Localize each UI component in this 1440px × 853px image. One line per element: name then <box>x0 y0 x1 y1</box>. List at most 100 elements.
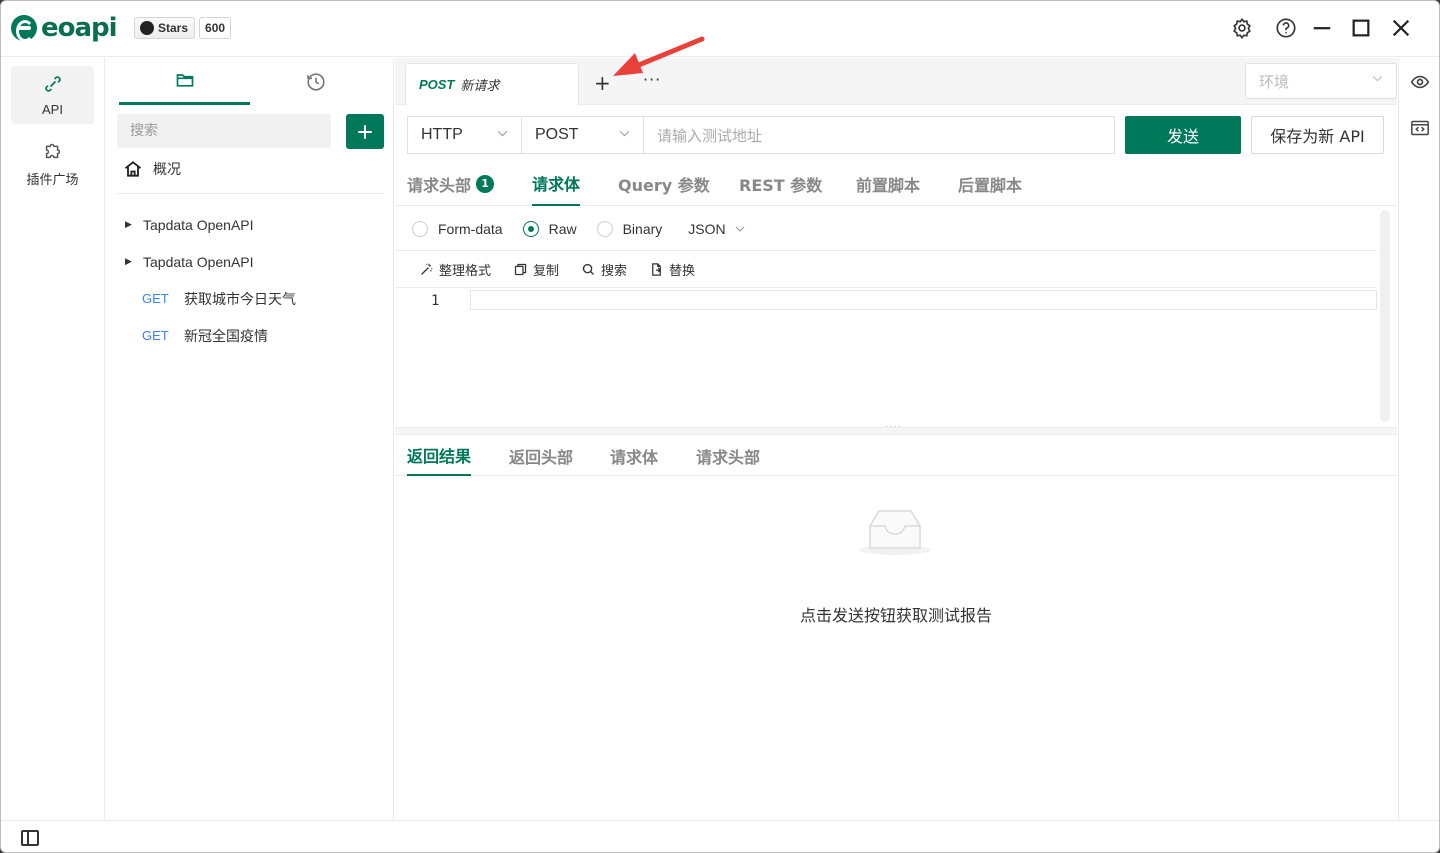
main-panel: POST 新请求 + ··· 环境 HTTP POST 请输入测试地址 发送 保… <box>395 58 1397 820</box>
tree-api-item[interactable]: GET 新冠全国疫情 <box>106 317 394 354</box>
replace-icon <box>652 263 662 276</box>
annotation-arrow-icon <box>613 36 705 76</box>
radio-raw-label: Raw <box>548 220 577 237</box>
sidebar-tab-folder[interactable] <box>119 58 250 105</box>
tab-response-result[interactable]: 返回结果 <box>407 436 472 476</box>
app-logo: eoapi <box>11 13 118 43</box>
sidebar-search-input[interactable]: 搜索 <box>117 114 331 148</box>
tree-group-item[interactable]: ▶ Tapdata OpenAPI <box>106 243 394 280</box>
add-api-button[interactable] <box>346 114 384 149</box>
send-button[interactable]: 发送 <box>1125 116 1241 154</box>
tab-request-headers-label: 请求头部 <box>407 175 472 195</box>
tab-request-headers[interactable]: 请求头部 1 <box>407 161 495 206</box>
caret-right-icon: ▶ <box>125 219 132 229</box>
github-stars-label: Stars <box>158 21 189 35</box>
tree-group-label: Tapdata OpenAPI <box>143 216 254 233</box>
raw-format-value: JSON <box>688 220 726 237</box>
help-icon[interactable] <box>1273 15 1299 41</box>
radio-binary[interactable]: Binary <box>596 220 663 237</box>
radio-dot <box>522 220 539 237</box>
right-rail <box>1398 58 1439 820</box>
empty-inbox-icon <box>859 510 931 555</box>
tab-query-params[interactable]: Query 参数 <box>618 161 710 206</box>
logo-mark-icon <box>11 15 37 42</box>
raw-format-select[interactable]: JSON <box>688 221 745 237</box>
radio-binary-label: Binary <box>622 220 663 237</box>
method-select[interactable]: POST <box>521 116 644 154</box>
rail-item-plugins[interactable]: 插件广场 <box>11 134 94 192</box>
settings-icon[interactable] <box>1229 15 1255 41</box>
url-placeholder: 请输入测试地址 <box>657 126 763 145</box>
github-stars-button[interactable]: Stars <box>134 17 196 39</box>
tree-api-item[interactable]: GET 获取城市今日天气 <box>106 280 394 317</box>
title-bar: eoapi Stars 600 <box>1 1 1439 57</box>
maximize-icon[interactable] <box>1348 15 1374 41</box>
code-icon[interactable] <box>1410 119 1430 141</box>
editor-scrollbar[interactable] <box>1380 210 1390 422</box>
api-icon <box>43 74 63 98</box>
rail-item-api-label: API <box>42 101 63 117</box>
chevron-down-icon <box>1371 72 1384 89</box>
tree-group-item[interactable]: ▶ Tapdata OpenAPI <box>106 206 394 243</box>
tab-response-request-headers[interactable]: 请求头部 <box>696 436 760 476</box>
body-type-options: Form-data Raw Binary JSON <box>395 207 1377 251</box>
home-icon <box>124 161 142 177</box>
request-tab-method: POST <box>419 77 455 92</box>
tab-response-request-body[interactable]: 请求体 <box>610 436 658 476</box>
code-editor[interactable]: 1 <box>395 289 1377 429</box>
folder-icon <box>176 74 193 87</box>
app-window: eoapi Stars 600 API 插件广场 搜索 概况 ▶ Tapdata… <box>0 0 1440 853</box>
editor-active-line[interactable] <box>470 290 1377 310</box>
environment-select[interactable]: 环境 <box>1245 63 1397 99</box>
sidebar-toggle-icon[interactable] <box>21 830 39 846</box>
overview-label: 概况 <box>153 162 181 178</box>
rail-item-plugins-label: 插件广场 <box>26 171 79 187</box>
copy-label: 复制 <box>533 264 560 279</box>
history-icon <box>306 72 325 91</box>
sidebar-overview[interactable]: 概况 <box>123 159 181 179</box>
panel-resizer[interactable]: ···· <box>395 422 1397 435</box>
empty-state-text: 点击发送按钮获取测试报告 <box>799 606 992 625</box>
eye-icon[interactable] <box>1410 72 1430 96</box>
radio-dot <box>412 220 428 237</box>
radio-raw[interactable]: Raw <box>522 220 577 237</box>
tab-post-script[interactable]: 后置脚本 <box>958 161 1022 206</box>
api-sidebar: 搜索 概况 ▶ Tapdata OpenAPI ▶ Tapdata OpenAP… <box>106 58 394 820</box>
rail-item-api[interactable]: API <box>11 66 94 124</box>
tab-response-headers[interactable]: 返回头部 <box>509 436 573 476</box>
copy-button[interactable]: 复制 <box>513 260 559 279</box>
save-as-api-button[interactable]: 保存为新 API <box>1251 116 1384 154</box>
chevron-down-icon <box>496 127 509 143</box>
copy-icon <box>514 263 527 276</box>
chevron-down-icon <box>735 226 744 232</box>
status-bar <box>1 820 1439 852</box>
tab-rest-params[interactable]: REST 参数 <box>739 161 822 206</box>
environment-placeholder: 环境 <box>1259 72 1290 91</box>
tree-group-label: Tapdata OpenAPI <box>143 253 254 270</box>
tab-pre-script[interactable]: 前置脚本 <box>856 161 920 206</box>
protocol-value: HTTP <box>421 126 463 143</box>
drag-handle-icon: ···· <box>885 422 902 433</box>
tab-request-body[interactable]: 请求体 <box>532 161 581 206</box>
github-stars-badge[interactable]: Stars 600 <box>134 17 232 39</box>
minimize-icon[interactable] <box>1309 15 1335 41</box>
replace-button[interactable]: 替换 <box>649 260 695 279</box>
api-method-badge: GET <box>142 328 169 343</box>
request-tab[interactable]: POST 新请求 <box>405 63 579 105</box>
protocol-select[interactable]: HTTP <box>407 116 522 154</box>
format-label: 整理格式 <box>439 264 492 279</box>
sidebar-search-placeholder: 搜索 <box>130 123 158 139</box>
api-name: 获取城市今日天气 <box>184 291 296 308</box>
sidebar-tab-history[interactable] <box>250 58 381 105</box>
search-button[interactable]: 搜索 <box>581 260 627 279</box>
plus-icon <box>358 124 372 139</box>
format-button[interactable]: 整理格式 <box>419 260 491 279</box>
search-icon <box>582 263 595 275</box>
github-stars-count[interactable]: 600 <box>199 17 232 39</box>
left-rail: API 插件广场 <box>1 58 105 820</box>
method-value: POST <box>535 126 579 143</box>
close-icon[interactable] <box>1388 15 1414 41</box>
chevron-down-icon <box>618 127 631 143</box>
radio-form-data[interactable]: Form-data <box>412 220 503 237</box>
url-input[interactable]: 请输入测试地址 <box>643 116 1115 154</box>
